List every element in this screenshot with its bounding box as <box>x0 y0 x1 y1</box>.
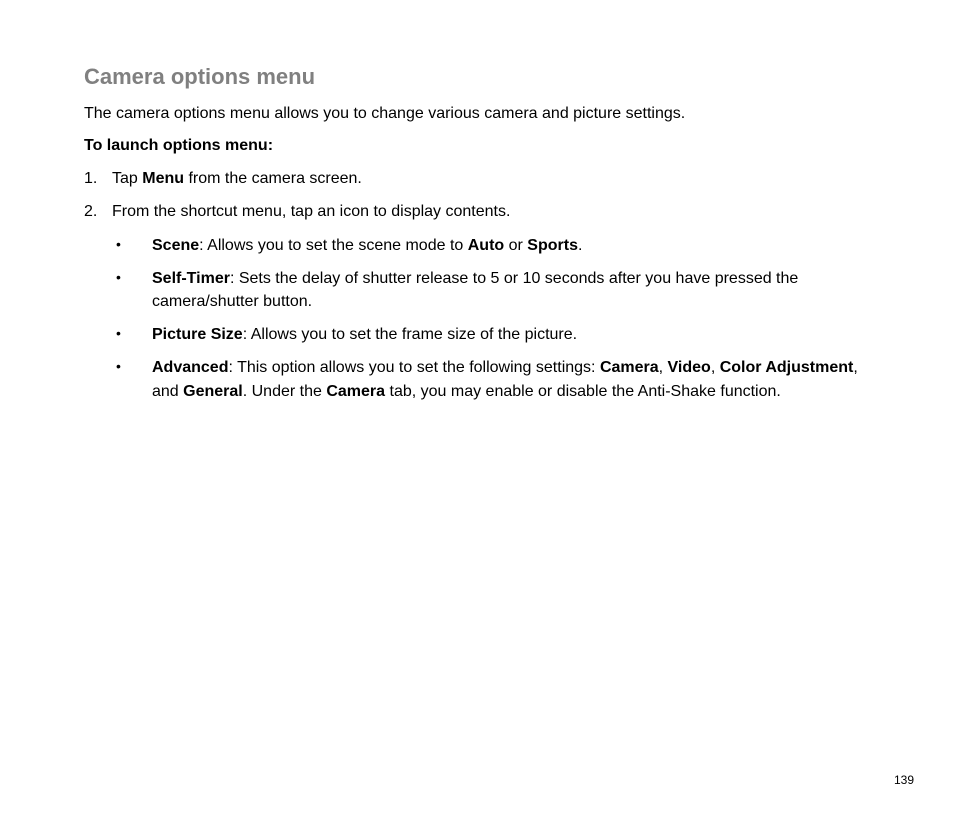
options-list: Scene: Allows you to set the scene mode … <box>112 234 870 403</box>
auto-bold: Auto <box>468 237 504 254</box>
video-bold: Video <box>668 359 711 376</box>
self-timer-label: Self-Timer <box>152 270 230 287</box>
document-page: Camera options menu The camera options m… <box>0 0 954 823</box>
page-number: 139 <box>894 773 914 787</box>
page-title: Camera options menu <box>84 64 870 90</box>
step-number: 1. <box>84 167 97 190</box>
option-advanced: Advanced: This option allows you to set … <box>116 356 870 402</box>
general-bold: General <box>183 383 243 400</box>
sports-bold: Sports <box>527 237 578 254</box>
intro-paragraph: The camera options menu allows you to ch… <box>84 102 870 125</box>
scene-label: Scene <box>152 237 199 254</box>
option-self-timer: Self-Timer: Sets the delay of shutter re… <box>116 267 870 313</box>
subheading: To launch options menu: <box>84 137 870 155</box>
picture-size-label: Picture Size <box>152 326 243 343</box>
step-2: 2. From the shortcut menu, tap an icon t… <box>84 200 870 402</box>
step-1: 1. Tap Menu from the camera screen. <box>84 167 870 190</box>
step-number: 2. <box>84 200 97 223</box>
advanced-label: Advanced <box>152 359 228 376</box>
camera-tab-bold: Camera <box>326 383 385 400</box>
step-text: From the shortcut menu, tap an icon to d… <box>112 203 510 220</box>
option-picture-size: Picture Size: Allows you to set the fram… <box>116 323 870 346</box>
step-text: Tap Menu from the camera screen. <box>112 170 362 187</box>
steps-list: 1. Tap Menu from the camera screen. 2. F… <box>84 167 870 403</box>
camera-bold: Camera <box>600 359 659 376</box>
color-adjustment-bold: Color Adjustment <box>720 359 854 376</box>
menu-bold: Menu <box>142 170 184 187</box>
option-scene: Scene: Allows you to set the scene mode … <box>116 234 870 257</box>
